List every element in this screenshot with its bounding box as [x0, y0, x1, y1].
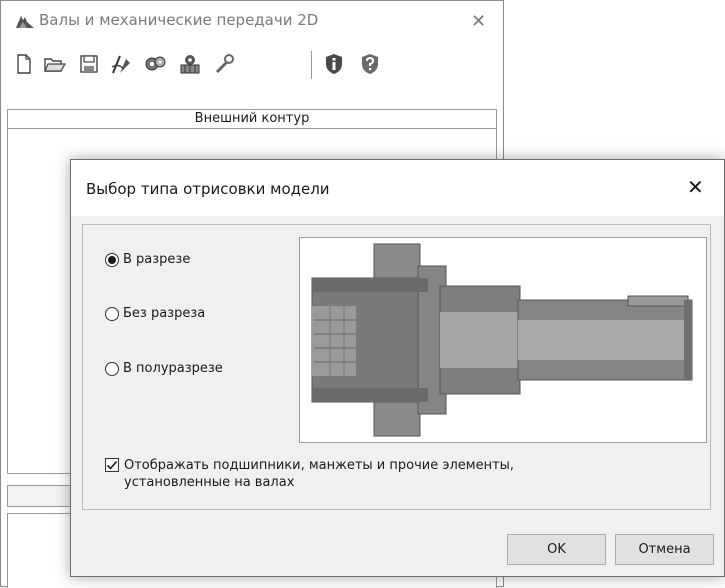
gear-library-icon[interactable]	[177, 51, 203, 77]
wrench-icon[interactable]	[212, 51, 238, 77]
save-icon[interactable]	[76, 51, 102, 77]
show-bearings-label: Отображать подшипники, манжеты и прочие …	[124, 457, 514, 491]
help-shield-icon[interactable]	[357, 51, 383, 77]
radio-button[interactable]	[105, 306, 119, 321]
option-half-section-radio[interactable]: В полуразрезе	[105, 361, 223, 376]
dialog-close-icon[interactable]: ✕	[687, 175, 704, 199]
option-no-section-radio[interactable]: Без разреза	[105, 306, 205, 321]
toolbar-separator	[311, 51, 312, 79]
info-shield-icon[interactable]	[321, 51, 347, 77]
ok-button[interactable]: OK	[507, 534, 606, 565]
open-folder-icon[interactable]	[42, 51, 68, 77]
dialog-titlebar[interactable]: Выбор типа отрисовки модели ✕	[71, 160, 724, 216]
drawing-tools-icon[interactable]	[109, 51, 135, 77]
cancel-button[interactable]: Отмена	[615, 534, 714, 565]
radio-button-checked[interactable]	[105, 252, 119, 267]
main-window-titlebar[interactable]: Валы и механические передачи 2D ✕	[1, 1, 503, 41]
app-shaft-icon	[15, 14, 35, 34]
option-section-radio[interactable]: В разрезе	[105, 252, 190, 267]
show-bearings-label-line1: Отображать подшипники, манжеты и прочие …	[124, 458, 515, 473]
main-window-title: Валы и механические передачи 2D	[39, 11, 319, 29]
outer-contour-column-header[interactable]: Внешний контур	[7, 109, 497, 129]
option-section-label: В разрезе	[123, 252, 191, 267]
option-half-section-label: В полуразрезе	[123, 361, 223, 376]
main-toolbar	[1, 45, 503, 97]
dialog-title: Выбор типа отрисовки модели	[86, 180, 330, 198]
render-options-group: В разрезе Без разреза В полуразрезе Отоб…	[82, 224, 711, 510]
model-preview-image	[299, 237, 707, 443]
main-window-close-icon[interactable]: ✕	[471, 11, 486, 32]
gear-settings-icon[interactable]	[142, 51, 168, 77]
radio-button[interactable]	[105, 361, 119, 376]
show-bearings-checkbox[interactable]: Отображать подшипники, манжеты и прочие …	[105, 457, 514, 491]
show-bearings-label-line2: установленные на валах	[124, 475, 295, 490]
option-no-section-label: Без разреза	[123, 306, 206, 321]
checkbox-checked[interactable]	[105, 458, 119, 472]
render-type-dialog: Выбор типа отрисовки модели ✕ В разрезе …	[70, 159, 725, 577]
new-document-icon[interactable]	[11, 51, 37, 77]
